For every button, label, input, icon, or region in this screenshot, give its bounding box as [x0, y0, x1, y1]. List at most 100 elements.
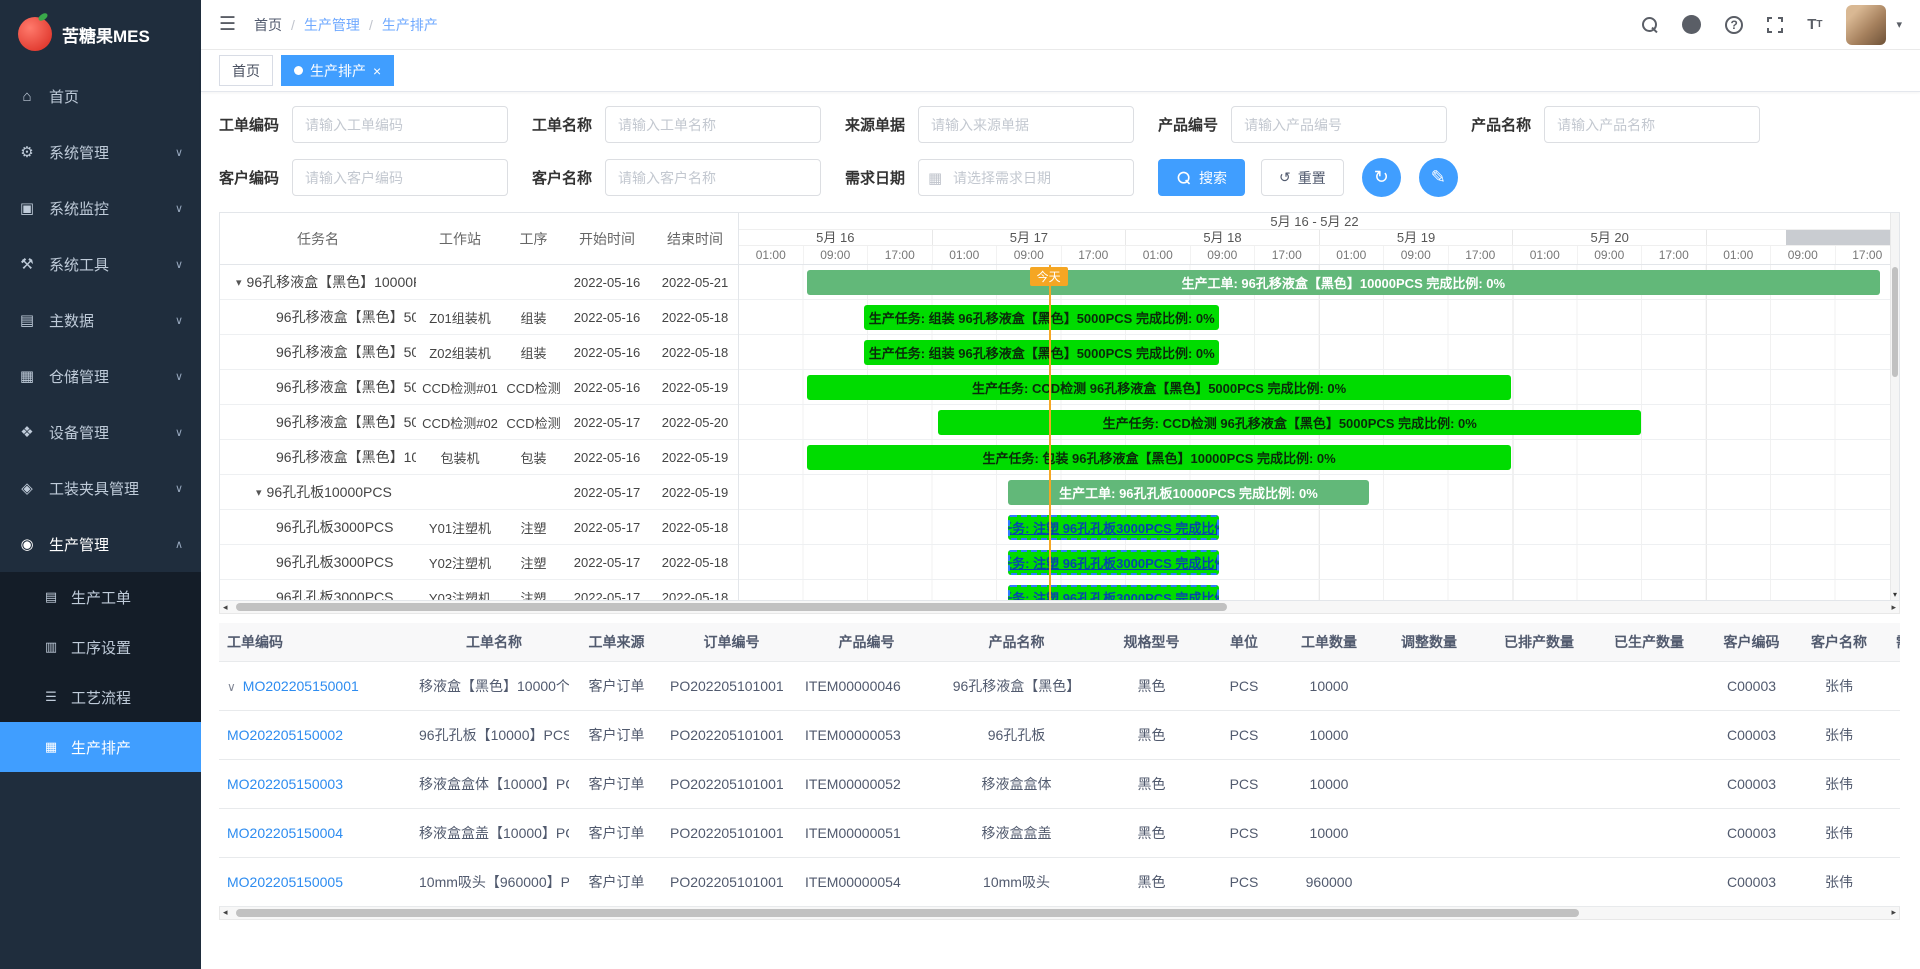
gantt-task-row[interactable]: 96孔孔板3000PCSY01注塑机注塑2022-05-172022-05-18 [220, 510, 738, 545]
horizontal-scroll-thumb[interactable] [236, 909, 1579, 917]
scroll-left-arrow-icon[interactable]: ◂ [223, 603, 228, 612]
gantt-bar[interactable]: 生产任务: 组装 96孔移液盒【黑色】5000PCS 完成比例: 0% [864, 305, 1219, 330]
table-horizontal-scrollbar[interactable]: ◂ ▸ [219, 907, 1900, 920]
gantt-bar[interactable]: 生产任务: CCD检测 96孔移液盒【黑色】5000PCS 完成比例: 0% [807, 375, 1511, 400]
fullscreen-icon[interactable] [1767, 17, 1783, 33]
sidebar-subitem[interactable]: ☰工艺流程 [0, 672, 201, 722]
gantt-task-row[interactable]: 96孔孔板3000PCSY03注塑机注塑2022-05-172022-05-18 [220, 580, 738, 600]
gantt-task-row[interactable]: 96孔移液盒【黑色】5000PCSZ02组装机组装2022-05-162022-… [220, 335, 738, 370]
gantt-bar[interactable]: 生产任务: CCD检测 96孔移液盒【黑色】5000PCS 完成比例: 0% [938, 410, 1641, 435]
search-button[interactable]: 搜索 [1158, 159, 1245, 196]
sidebar-subitem[interactable]: ▥工序设置 [0, 622, 201, 672]
chevron-down-icon: ∨ [175, 202, 183, 215]
flow-icon: ☰ [42, 689, 60, 705]
gantt-bar[interactable]: 生产任务: 注塑 96孔孔板3000PCS 完成比例: 0% [1008, 515, 1219, 540]
order-code-link[interactable]: MO202205150003 [227, 776, 343, 792]
tab-0[interactable]: 首页 [219, 55, 273, 86]
table-row[interactable]: MO202205150003移液盒盒体【10000】PCS客户订单PO20220… [219, 759, 1900, 808]
reset-button[interactable]: ↺重置 [1261, 159, 1344, 196]
table-row[interactable]: MO202205150004移液盒盒盖【10000】PCS客户订单PO20220… [219, 808, 1900, 857]
filter-input[interactable] [1544, 106, 1760, 143]
gantt-bar[interactable]: 生产工单: 96孔孔板10000PCS 完成比例: 0% [1008, 480, 1368, 505]
filter-input[interactable] [918, 106, 1134, 143]
orders-cell [1374, 857, 1484, 906]
user-avatar[interactable] [1846, 5, 1886, 45]
task-name-cell: 96孔移液盒【黑色】5000PCS [220, 342, 416, 362]
orders-cell: ITEM00000051 [799, 808, 934, 857]
search-icon[interactable] [1642, 17, 1658, 33]
scroll-down-arrow-icon[interactable]: ▾ [1891, 590, 1899, 599]
sidebar-item[interactable]: ◉生产管理∧ [0, 516, 201, 572]
breadcrumb-item[interactable]: 首页 [254, 15, 282, 35]
gantt-task-row[interactable]: 96孔移液盒【黑色】5000PCSCCD检测#01CCD检测2022-05-16… [220, 370, 738, 405]
filter-input[interactable] [292, 106, 508, 143]
sidebar-item[interactable]: ❖设备管理∨ [0, 404, 201, 460]
filter-label: 需求日期 [845, 167, 905, 188]
gantt-bar[interactable]: 生产工单: 96孔移液盒【黑色】10000PCS 完成比例: 0% [807, 270, 1880, 295]
task-process-cell: CCD检测 [504, 378, 563, 397]
hamburger-icon[interactable]: ☰ [219, 13, 236, 36]
gantt-task-row[interactable]: 96孔孔板3000PCSY02注塑机注塑2022-05-172022-05-18 [220, 545, 738, 580]
gantt-task-row[interactable]: ▾96孔移液盒【黑色】10000PCS2022-05-162022-05-21 [220, 265, 738, 300]
gantt-bar[interactable]: 生产任务: 包装 96孔移液盒【黑色】10000PCS 完成比例: 0% [807, 445, 1511, 470]
breadcrumb-item[interactable]: 生产排产 [382, 15, 438, 35]
gantt-task-row[interactable]: 96孔移液盒【黑色】5000PCSZ01组装机组装2022-05-162022-… [220, 300, 738, 335]
order-code-link[interactable]: MO202205150002 [227, 727, 343, 743]
row-collapse-icon[interactable]: ▾ [236, 276, 242, 289]
scroll-right-arrow-icon[interactable]: ▸ [1891, 603, 1896, 612]
gantt-bar[interactable]: 生产任务: 注塑 96孔孔板3000PCS 完成比例: 0% [1008, 550, 1219, 575]
sidebar-item[interactable]: ⌂首页 [0, 68, 201, 124]
filter-input[interactable] [605, 106, 821, 143]
orders-cell [1594, 710, 1704, 759]
filter-input[interactable] [605, 159, 821, 196]
orders-column-header: 工单名称 [419, 623, 569, 661]
table-row[interactable]: MO20220515000510mm吸头【960000】PCS客户订单PO202… [219, 857, 1900, 906]
sidebar-item[interactable]: ⚙系统管理∨ [0, 124, 201, 180]
gantt-column-header: 工作站 [416, 229, 504, 249]
question-icon[interactable]: ? [1725, 16, 1743, 34]
breadcrumb-item[interactable]: 生产管理 [304, 15, 360, 35]
sidebar-item[interactable]: ▤主数据∨ [0, 292, 201, 348]
table-row[interactable]: MO20220515000296孔孔板【10000】PCS客户订单PO20220… [219, 710, 1900, 759]
filter-input[interactable] [1231, 106, 1447, 143]
order-code-link[interactable]: MO202205150004 [227, 825, 343, 841]
edit-button[interactable]: ✎ [1419, 158, 1458, 197]
close-icon[interactable]: × [373, 63, 381, 79]
sidebar-item[interactable]: ▣系统监控∨ [0, 180, 201, 236]
task-start-cell: 2022-05-17 [563, 520, 651, 535]
orders-cell [1594, 857, 1704, 906]
sidebar-item[interactable]: ⚒系统工具∨ [0, 236, 201, 292]
scroll-right-arrow-icon[interactable]: ▸ [1891, 908, 1896, 917]
task-end-cell: 2022-05-19 [651, 450, 738, 465]
filter-input[interactable] [292, 159, 508, 196]
row-expand-icon[interactable]: ∨ [227, 680, 236, 694]
sidebar-item[interactable]: ▦仓储管理∨ [0, 348, 201, 404]
horizontal-scroll-thumb[interactable] [236, 603, 1227, 611]
github-icon[interactable] [1682, 15, 1701, 34]
gantt-bar[interactable]: 生产任务: 注塑 96孔孔板3000PCS 完成比例: 0% [1008, 585, 1219, 600]
orders-cell: PCS [1204, 759, 1284, 808]
font-size-icon[interactable]: TT [1807, 17, 1822, 32]
gantt-task-row[interactable]: 96孔移液盒【黑色】5000PCSCCD检测#02CCD检测2022-05-17… [220, 405, 738, 440]
gantt-horizontal-scrollbar[interactable]: ◂ ▸ [219, 601, 1900, 614]
gantt-vertical-scrollbar[interactable]: ▾ [1890, 213, 1899, 600]
vertical-scroll-thumb[interactable] [1892, 267, 1898, 377]
page-content: 工单编码工单名称来源单据产品编号产品名称 客户编码客户名称需求日期▦搜索↺重置↻… [201, 92, 1920, 969]
orders-cell: 客户订单 [569, 661, 664, 710]
scroll-left-arrow-icon[interactable]: ◂ [223, 908, 228, 917]
gantt-bar[interactable]: 生产任务: 组装 96孔移液盒【黑色】5000PCS 完成比例: 0% [864, 340, 1219, 365]
task-start-cell: 2022-05-16 [563, 450, 651, 465]
order-code-link[interactable]: MO202205150001 [243, 678, 359, 694]
refresh-button[interactable]: ↻ [1362, 158, 1401, 197]
filter-input[interactable] [918, 159, 1134, 196]
tab-1[interactable]: 生产排产× [281, 55, 394, 86]
gantt-task-row[interactable]: ▾96孔孔板10000PCS2022-05-172022-05-19 [220, 475, 738, 510]
sidebar-subitem[interactable]: ▤生产工单 [0, 572, 201, 622]
sidebar-item[interactable]: ◈工装夹具管理∨ [0, 460, 201, 516]
order-code-link[interactable]: MO202205150005 [227, 874, 343, 890]
gantt-task-row[interactable]: 96孔移液盒【黑色】10000PCS包装机包装2022-05-162022-05… [220, 440, 738, 475]
row-collapse-icon[interactable]: ▾ [256, 486, 262, 499]
sidebar-subitem[interactable]: ▦生产排产 [0, 722, 201, 772]
caret-down-icon[interactable]: ▾ [1896, 18, 1902, 31]
table-row[interactable]: ∨MO202205150001移液盒【黑色】10000个客户订单PO202205… [219, 661, 1900, 710]
